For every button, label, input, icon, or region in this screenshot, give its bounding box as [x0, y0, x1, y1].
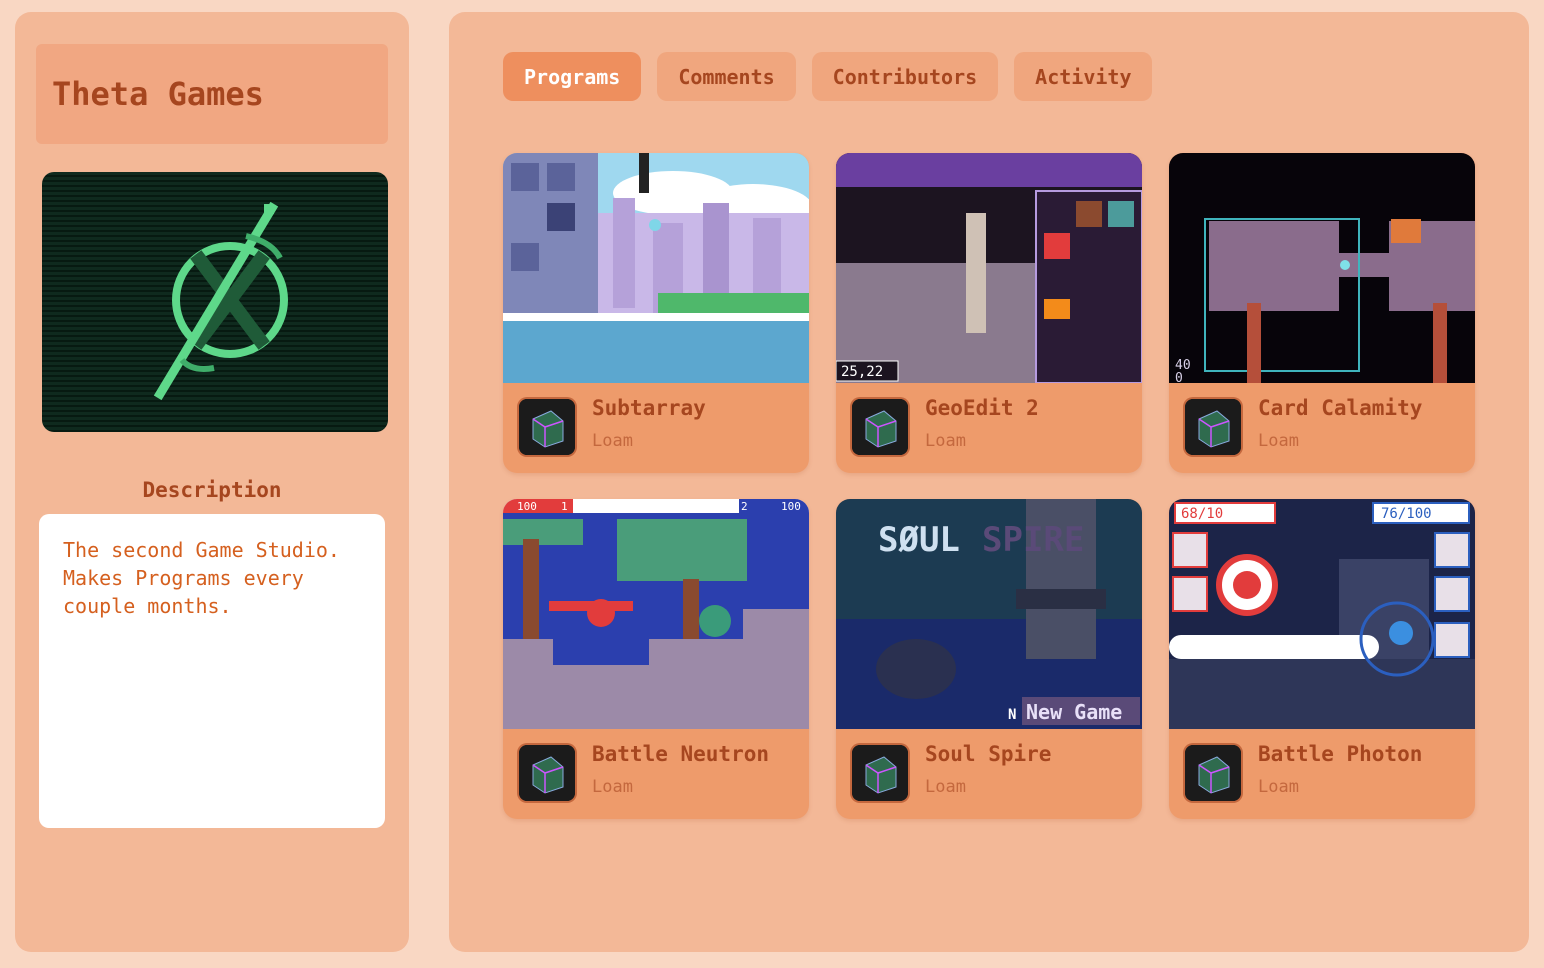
program-author[interactable]: Loam — [592, 431, 633, 451]
author-avatar — [1185, 745, 1241, 801]
author-avatar — [852, 745, 908, 801]
author-avatar — [852, 399, 908, 455]
title-soul: SØUL — [878, 520, 960, 560]
tab-bar: Programs Comments Contributors Activity — [503, 52, 1153, 101]
author-avatar — [519, 399, 575, 455]
new-game-option: New Game — [1026, 700, 1122, 724]
p2-health: 100 — [781, 500, 801, 513]
theta-x-logo-icon — [153, 201, 288, 401]
program-author[interactable]: Loam — [925, 431, 966, 451]
program-thumbnail: 68/10 76/100 — [1169, 499, 1475, 729]
program-title: Soul Spire — [925, 742, 1052, 766]
p1-health: 68/10 — [1181, 506, 1223, 522]
program-title: Battle Photon — [1258, 742, 1423, 766]
author-avatar — [1185, 399, 1241, 455]
author-avatar — [519, 745, 575, 801]
studio-sidebar: Theta Games Description The second Game … — [15, 12, 409, 952]
new-game-key-hint: N — [1008, 707, 1016, 723]
program-card[interactable]: SØUL SPIRE N New Game Soul Spire Loam — [836, 499, 1142, 819]
p1-lives: 1 — [561, 500, 568, 513]
tab-programs[interactable]: Programs — [503, 52, 642, 101]
program-card[interactable]: 100 1 2 100 Battle Neutron Loam — [503, 499, 809, 819]
program-thumbnail: SØUL SPIRE N New Game — [836, 499, 1142, 729]
program-thumbnail: 100 1 2 100 — [503, 499, 809, 729]
program-thumbnail: 25,22 — [836, 153, 1142, 383]
studio-name: Theta Games — [36, 44, 388, 144]
studio-logo — [42, 172, 388, 432]
description-text: The second Game Studio. Makes Programs e… — [39, 514, 385, 828]
program-title: Battle Neutron — [592, 742, 770, 766]
program-title: GeoEdit 2 — [925, 396, 1039, 420]
programs-panel: Programs Comments Contributors Activity — [449, 12, 1529, 952]
program-card[interactable]: 68/10 76/100 Battle Photon Loam — [1169, 499, 1475, 819]
coordinates-readout: 25,22 — [841, 364, 883, 380]
program-thumbnail — [503, 153, 809, 383]
tab-contributors[interactable]: Contributors — [811, 52, 999, 101]
program-author[interactable]: Loam — [592, 777, 633, 797]
program-author[interactable]: Loam — [925, 777, 966, 797]
shield-counter: 0 — [1175, 371, 1183, 383]
program-card[interactable]: 40 0 Card Calamity Loam — [1169, 153, 1475, 473]
program-title: Card Calamity — [1258, 396, 1423, 420]
p2-health: 76/100 — [1381, 506, 1432, 522]
p2-lives: 2 — [741, 500, 748, 513]
tab-activity[interactable]: Activity — [1014, 52, 1153, 101]
program-author[interactable]: Loam — [1258, 431, 1299, 451]
p1-health: 100 — [517, 500, 537, 513]
title-spire: SPIRE — [982, 520, 1084, 560]
program-title: Subtarray — [592, 396, 706, 420]
program-card[interactable]: Subtarray Loam — [503, 153, 809, 473]
tab-comments[interactable]: Comments — [657, 52, 796, 101]
program-author[interactable]: Loam — [1258, 777, 1299, 797]
description-label: Description — [142, 478, 282, 502]
program-card[interactable]: 25,22 GeoEdit 2 Loam — [836, 153, 1142, 473]
program-thumbnail: 40 0 — [1169, 153, 1475, 383]
